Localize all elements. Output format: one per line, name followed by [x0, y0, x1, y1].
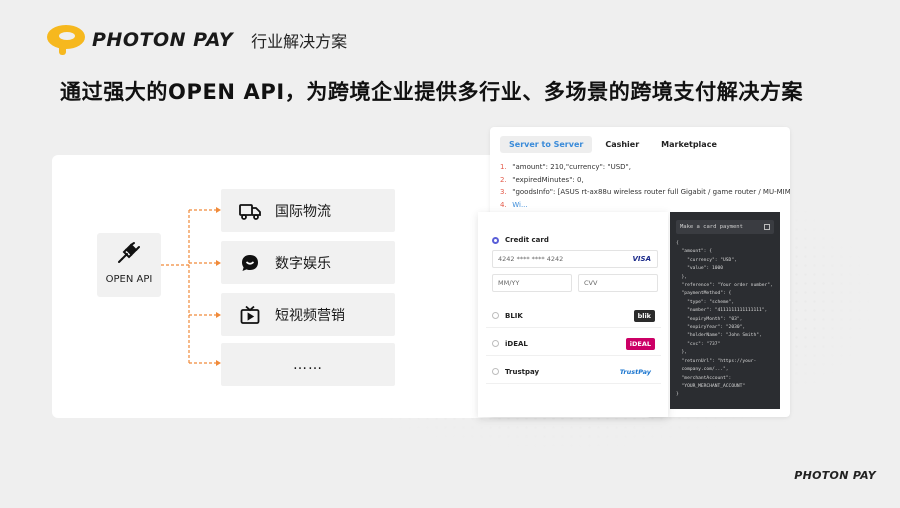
brand-subtitle: 行业解决方案 [251, 28, 347, 52]
json-line: "value": 1000 [676, 265, 773, 273]
payment-option-trustpay[interactable]: Trustpay TrustPay [486, 360, 661, 384]
tab-server-to-server[interactable]: Server to Server [500, 136, 592, 153]
code-line: 4. Wi... [500, 199, 790, 212]
code-line: 3. "goodsInfo": [ASUS rt-ax88u wireless … [500, 186, 790, 199]
json-line: "expiryYear": "2030", [676, 324, 773, 332]
photonpay-logo-icon [44, 22, 86, 58]
request-code: 1. "amount": 210,"currency": "USD", 2. "… [500, 161, 790, 211]
payment-option-ideal[interactable]: iDEAL iDEAL [486, 332, 661, 356]
visa-logo: VISA [633, 255, 651, 263]
industry-item-short-video: 短视频营销 [221, 293, 395, 336]
copy-icon[interactable] [764, 224, 770, 230]
json-request-pane: Make a card payment { "amount": { "curre… [670, 212, 780, 409]
payment-option-blik[interactable]: BLIK blik [486, 304, 661, 328]
json-line: "holderName": "John Smith", [676, 332, 773, 340]
radio[interactable] [492, 368, 499, 375]
industry-item-label: 短视频营销 [275, 305, 345, 325]
api-tabs: Server to Server Cashier Marketplace [500, 136, 730, 153]
industry-item-label: 国际物流 [275, 201, 331, 221]
json-line: }, [676, 274, 773, 282]
industry-item-entertainment: 数字娱乐 [221, 241, 395, 284]
tab-cashier[interactable]: Cashier [596, 136, 648, 153]
page-headline: 通过强大的OPEN API，为跨境企业提供多行业、多场景的跨境支付解决方案 [60, 76, 803, 106]
industry-item-more: …… [221, 343, 395, 386]
industry-item-label: 数字娱乐 [275, 253, 331, 273]
ideal-logo: iDEAL [626, 338, 655, 350]
tab-marketplace[interactable]: Marketplace [652, 136, 726, 153]
json-line: "type": "scheme", [676, 299, 773, 307]
json-line: { [676, 240, 773, 248]
json-line: "number": "4111111111111111", [676, 307, 773, 315]
json-line: "expiryMonth": "03", [676, 316, 773, 324]
payment-method-card: Credit card 4242 **** **** 4242 VISA MM/… [478, 212, 668, 417]
radio[interactable] [492, 340, 499, 347]
cvv-field[interactable]: CVV [578, 274, 658, 292]
radio[interactable] [492, 312, 499, 319]
more-ellipsis: …… [293, 357, 323, 373]
json-line: } [676, 391, 773, 399]
trustpay-logo: TrustPay [616, 366, 655, 378]
tv-icon [239, 304, 261, 326]
radio-selected[interactable] [492, 237, 499, 244]
brand-header: PHOTON PAY 行业解决方案 [44, 22, 347, 58]
truck-icon [239, 200, 261, 222]
json-line: "cvc": "737" [676, 341, 773, 349]
json-line: "merchantAccount": [676, 375, 773, 383]
json-line: company.com/...", [676, 366, 773, 374]
card-number-field[interactable]: 4242 **** **** 4242 VISA [492, 250, 658, 268]
footer-logo: PHOTON PAY [794, 469, 876, 482]
json-line: "returnUrl": "https://your- [676, 358, 773, 366]
json-line: "paymentMethod": { [676, 290, 773, 298]
json-code: { "amount": { "currency": "USD", "value"… [676, 240, 773, 400]
json-line: "amount": { [676, 248, 773, 256]
code-line: 1. "amount": 210,"currency": "USD", [500, 161, 790, 174]
brand-name: PHOTON PAY [92, 29, 233, 51]
json-line: }, [676, 349, 773, 357]
json-line: "YOUR_MERCHANT_ACCOUNT" [676, 383, 773, 391]
json-pane-title-bar: Make a card payment [676, 220, 774, 234]
payment-option-credit-card[interactable]: Credit card [492, 236, 549, 244]
code-line: 2. "expiredMinutes": 0, [500, 174, 790, 187]
chat-bubble-icon [239, 252, 261, 274]
json-line: "currency": "USD", [676, 257, 773, 265]
blik-logo: blik [634, 310, 655, 322]
industry-item-logistics: 国际物流 [221, 189, 395, 232]
expiry-field[interactable]: MM/YY [492, 274, 572, 292]
json-line: "reference": "Your order number", [676, 282, 773, 290]
